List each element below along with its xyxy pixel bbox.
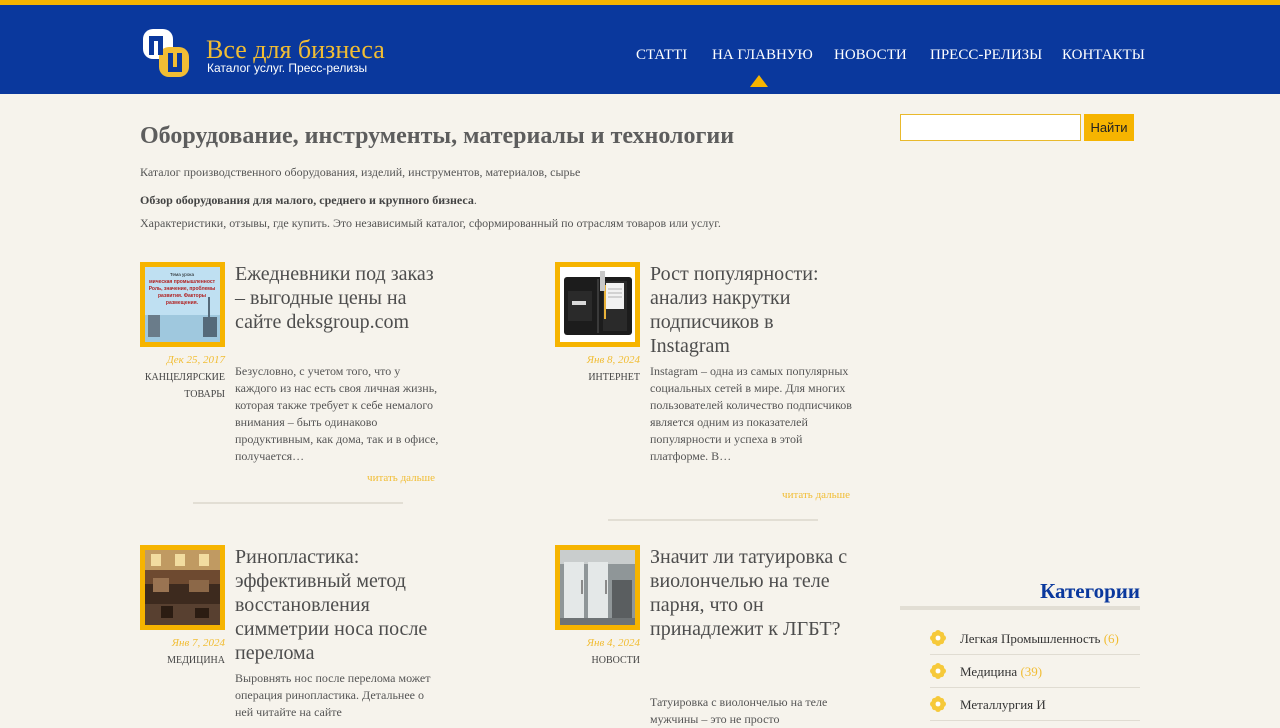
category-count: (6) [1103, 631, 1119, 646]
slide-line-2: мическая промышленност [149, 279, 216, 285]
post-thumbnail[interactable]: Тема урока мическая промышленност Роль, … [140, 262, 225, 347]
post-title[interactable]: Значит ли татуировка с виолончелью на те… [650, 545, 855, 641]
search-input[interactable] [900, 114, 1081, 141]
category-label[interactable]: Легкая Промышленность [960, 631, 1100, 646]
intro-text-3: Характеристики, отзывы, где купить. Это … [140, 216, 721, 230]
post-excerpt: Instagram – одна из самых популярных соц… [650, 364, 852, 463]
category-label[interactable]: Медицина [960, 664, 1017, 679]
nav-item-contacts[interactable]: Контакты [1062, 46, 1145, 64]
category-count: (39) [1020, 664, 1043, 679]
nav-item-news[interactable]: Новости [834, 46, 907, 64]
post-card: Тема урока мическая промышленност Роль, … [140, 262, 440, 512]
flower-bullet-icon [930, 630, 946, 646]
post-category[interactable]: Новости [555, 652, 640, 669]
clinic-image [145, 550, 220, 625]
post-card: Янв 8, 2024 Интернет Рост популярности: … [555, 262, 855, 522]
intro-text-2-bold: Обзор оборудования для малого, среднего … [140, 193, 474, 207]
post-title[interactable]: Ринопластика: эффективный метод восстано… [235, 545, 440, 665]
post-excerpt: Безусловно, с учетом того, что у каждого… [235, 364, 439, 463]
category-item[interactable]: Медицина (39) [930, 655, 1140, 688]
post-category[interactable]: Интернет [555, 369, 640, 386]
post-excerpt: Татуировка с виолончелью на теле мужчины… [650, 695, 828, 726]
post-category[interactable]: Канцелярские товары [140, 369, 225, 403]
post-category[interactable]: Медицина [140, 652, 225, 669]
post-excerpt: Выровнять нос после перелома может опера… [235, 671, 431, 719]
nav-item-press-releases[interactable]: Пресс-релизы [930, 46, 1042, 64]
post-date: Дек 25, 2017 [166, 354, 225, 366]
post-separator [193, 502, 403, 504]
read-more-link[interactable]: читать дальше [367, 472, 435, 485]
intro-text-1: Каталог производственного оборудования, … [140, 165, 581, 179]
site-header: Все для бизнеса Каталог услуг. Пресс-рел… [0, 0, 1280, 94]
organizer-image [560, 267, 635, 342]
post-separator [608, 519, 818, 521]
slide-line-4: развития. Факторы [158, 293, 206, 299]
post-thumbnail[interactable] [555, 262, 640, 347]
categories-title: Категории [1040, 579, 1140, 603]
post-date: Янв 4, 2024 [586, 637, 640, 649]
category-label[interactable]: Металлургия И [960, 697, 1046, 712]
slide-line-5: размещения. [166, 300, 199, 306]
nav-item-home[interactable]: На главную [712, 46, 813, 64]
intro-text-2-tail: . [473, 193, 477, 207]
post-thumbnail[interactable] [555, 545, 640, 630]
categories-divider [900, 606, 1140, 610]
post-title[interactable]: Рост популярности: анализ накрутки подпи… [650, 262, 855, 358]
read-more-link[interactable]: читать дальше [782, 489, 850, 502]
post-card: Янв 7, 2024 Медицина Ринопластика: эффек… [140, 545, 440, 720]
main-nav: Статті На главную Новости Пресс-релизы К… [0, 46, 1280, 66]
category-item[interactable]: Металлургия И [930, 688, 1140, 721]
post-thumbnail[interactable] [140, 545, 225, 630]
post-date: Янв 8, 2024 [586, 354, 640, 366]
slide-line-1: Тема урока [170, 272, 195, 277]
post-card: Янв 4, 2024 Новости Значит ли татуировка… [555, 545, 855, 726]
post-date: Янв 7, 2024 [171, 637, 225, 649]
page-title: Оборудование, инструменты, материалы и т… [140, 123, 735, 149]
search-button[interactable]: Найти [1084, 114, 1134, 141]
post-title[interactable]: Ежедневники под заказ – выгодные цены на… [235, 262, 440, 334]
flower-bullet-icon [930, 663, 946, 679]
slide-image: Тема урока мическая промышленност Роль, … [145, 267, 220, 342]
active-nav-indicator [750, 75, 768, 87]
category-item[interactable]: Легкая Промышленность (6) [930, 622, 1140, 655]
slide-line-3: Роль, значение, проблемы [149, 285, 216, 292]
nav-item-statti[interactable]: Статті [636, 46, 687, 64]
flower-bullet-icon [930, 696, 946, 712]
intro-text-2: Обзор оборудования для малого, среднего … [140, 193, 477, 207]
fridge-image [560, 550, 635, 625]
